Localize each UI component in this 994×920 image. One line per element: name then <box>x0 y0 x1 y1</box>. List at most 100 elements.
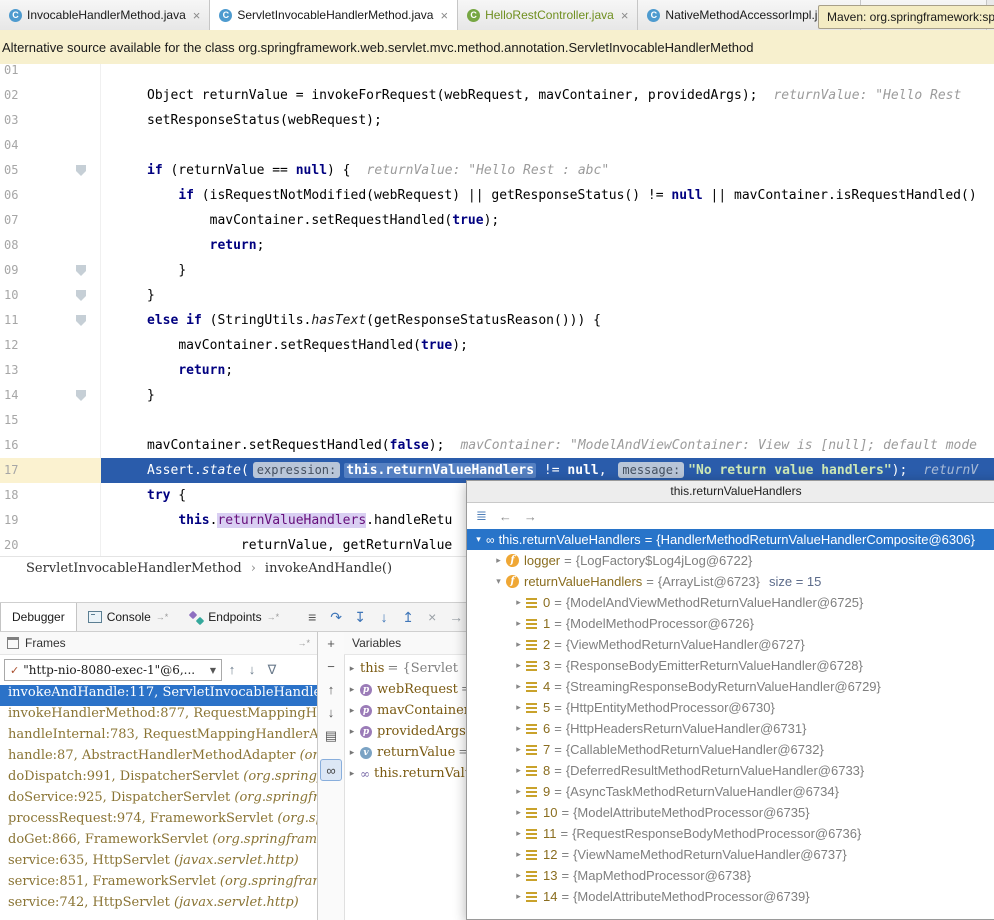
gutter[interactable]: 06 <box>0 183 101 208</box>
thread-dropdown[interactable]: ✓ "http-nio-8080-exec-1"@6,... ▼ <box>4 659 222 681</box>
gutter[interactable]: 10 <box>0 283 101 308</box>
gutter[interactable]: 07 <box>0 208 101 233</box>
gutter-mark-icon[interactable] <box>76 315 86 326</box>
code-line-10[interactable]: 10} <box>0 283 994 308</box>
chevron-right-icon[interactable]: ▸ <box>511 828 526 839</box>
code-line-16[interactable]: 16mavContainer.setRequestHandled(false);… <box>0 433 994 458</box>
frame-row[interactable]: handle:87, AbstractHandlerMethodAdapter … <box>0 748 317 769</box>
tool-tab-debugger[interactable]: Debugger <box>0 603 77 631</box>
chevron-right-icon[interactable]: ▸ <box>511 660 526 671</box>
tree-row[interactable]: ▸4={StreamingResponseBodyReturnValueHand… <box>467 676 994 697</box>
tree-row[interactable]: ▸8={DeferredResultMethodReturnValueHandl… <box>467 760 994 781</box>
chevron-right-icon[interactable]: ▸ <box>511 702 526 713</box>
tree-row[interactable]: ▸10={ModelAttributeMethodProcessor@6735} <box>467 802 994 823</box>
chevron-right-icon[interactable]: ▸ <box>344 685 360 695</box>
frame-row[interactable]: invokeAndHandle:117, ServletInvocableHan… <box>0 685 317 706</box>
tree-row[interactable]: ▾∞this.returnValueHandlers={HandlerMetho… <box>467 529 994 550</box>
tree-row[interactable]: ▾freturnValueHandlers={ArrayList@6723}si… <box>467 571 994 592</box>
close-icon[interactable]: × <box>621 8 629 23</box>
tree-row[interactable]: ▸14={ModelAttributeMethodProcessor@6739} <box>467 886 994 907</box>
tree-row[interactable]: ▸2={ViewMethodReturnValueHandler@6727} <box>467 634 994 655</box>
gutter[interactable]: 09 <box>0 258 101 283</box>
gutter[interactable]: 05 <box>0 158 101 183</box>
chevron-right-icon[interactable]: ▸ <box>491 555 506 566</box>
chevron-down-icon[interactable]: ▾ <box>491 576 506 587</box>
rerun-icon[interactable]: ↷ <box>324 603 348 631</box>
editor-tab-2[interactable]: CServletInvocableHandlerMethod.java× <box>210 0 458 30</box>
layout-menu-icon[interactable]: ≡ <box>300 603 324 631</box>
chevron-right-icon[interactable]: ▸ <box>511 639 526 650</box>
step-into-icon[interactable]: ↓ <box>372 603 396 631</box>
code-line-09[interactable]: 09 } <box>0 258 994 283</box>
code-line-12[interactable]: 12 mavContainer.setRequestHandled(true); <box>0 333 994 358</box>
frame-row[interactable]: invokeHandlerMethod:877, RequestMappingH… <box>0 706 317 727</box>
editor-tab-3[interactable]: CHelloRestController.java× <box>458 0 638 30</box>
popup-title[interactable]: this.returnValueHandlers <box>467 481 994 503</box>
tree-row[interactable]: ▸5={HttpEntityMethodProcessor@6730} <box>467 697 994 718</box>
code-line-13[interactable]: 13 return; <box>0 358 994 383</box>
chevron-right-icon[interactable]: ▸ <box>511 618 526 629</box>
chevron-right-icon[interactable]: ▸ <box>511 786 526 797</box>
code-line-07[interactable]: 07 mavContainer.setRequestHandled(true); <box>0 208 994 233</box>
chevron-down-icon[interactable]: ▾ <box>471 534 486 545</box>
remove-watch-icon[interactable]: − <box>318 655 344 678</box>
tool-tab-endpoints[interactable]: Endpoints→* <box>179 603 290 631</box>
code-line-05[interactable]: 05if (returnValue == null) {returnValue:… <box>0 158 994 183</box>
gutter[interactable]: 17 <box>0 458 101 483</box>
view-options-icon[interactable]: ≣ <box>476 508 487 524</box>
step-over-icon[interactable]: ↧ <box>348 603 372 631</box>
gutter-mark-icon[interactable] <box>76 290 86 301</box>
tree-row[interactable]: ▸13={MapMethodProcessor@6738} <box>467 865 994 886</box>
tree-row[interactable]: ▸0={ModelAndViewMethodReturnValueHandler… <box>467 592 994 613</box>
stop-icon[interactable]: × <box>420 603 444 631</box>
tree-row[interactable]: ▸11={RequestResponseBodyMethodProcessor@… <box>467 823 994 844</box>
frame-row[interactable]: service:635, HttpServlet (javax.servlet.… <box>0 853 317 874</box>
frames-header-deco-icon[interactable]: →* <box>297 638 310 648</box>
gutter-mark-icon[interactable] <box>76 165 86 176</box>
frame-row[interactable]: doDispatch:991, DispatcherServlet (org.s… <box>0 769 317 790</box>
gutter-mark-icon[interactable] <box>76 390 86 401</box>
gutter[interactable]: 15 <box>0 408 101 433</box>
chevron-right-icon[interactable]: ▸ <box>511 723 526 734</box>
frame-row[interactable]: doGet:866, FrameworkServlet (org.springf… <box>0 832 317 853</box>
gutter[interactable]: 20 <box>0 533 101 556</box>
gutter[interactable]: 11 <box>0 308 101 333</box>
run-to-cursor-icon[interactable]: → <box>444 603 468 631</box>
chevron-right-icon[interactable]: ▸ <box>511 891 526 902</box>
next-frame-icon[interactable]: ↓ <box>242 662 262 678</box>
gutter[interactable]: 08 <box>0 233 101 258</box>
code-line-08[interactable]: 08 return; <box>0 233 994 258</box>
tree-row[interactable]: ▸flogger={LogFactory$Log4jLog@6722} <box>467 550 994 571</box>
frame-row[interactable]: processRequest:974, FrameworkServlet (or… <box>0 811 317 832</box>
code-line-01[interactable]: 01 <box>0 64 994 83</box>
code-line-15[interactable]: 15 <box>0 408 994 433</box>
duplicate-watch-icon[interactable]: ▤ <box>318 724 344 747</box>
add-watch-icon[interactable]: + <box>318 632 344 655</box>
forward-icon[interactable]: → <box>524 509 537 524</box>
move-watch-up-icon[interactable]: ↑ <box>318 678 344 701</box>
chevron-right-icon[interactable]: ▸ <box>511 870 526 881</box>
chevron-right-icon[interactable]: ▸ <box>344 706 360 716</box>
frame-row[interactable]: service:851, FrameworkServlet (org.sprin… <box>0 874 317 895</box>
tree-row[interactable]: ▸7={CallableMethodReturnValueHandler@673… <box>467 739 994 760</box>
gutter[interactable]: 03 <box>0 108 101 133</box>
breadcrumb-item[interactable]: invokeAndHandle() <box>265 561 392 576</box>
code-line-04[interactable]: 04 <box>0 133 994 158</box>
step-out-icon[interactable]: ↥ <box>396 603 420 631</box>
chevron-right-icon[interactable]: ▸ <box>511 597 526 608</box>
gutter[interactable]: 13 <box>0 358 101 383</box>
tree-row[interactable]: ▸3={ResponseBodyEmitterReturnValueHandle… <box>467 655 994 676</box>
chevron-right-icon[interactable]: ▸ <box>344 727 360 737</box>
frame-row[interactable]: doService:925, DispatcherServlet (org.sp… <box>0 790 317 811</box>
code-line-02[interactable]: 02Object returnValue = invokeForRequest(… <box>0 83 994 108</box>
tree-row[interactable]: ▸12={ViewNameMethodReturnValueHandler@67… <box>467 844 994 865</box>
chevron-right-icon[interactable]: ▸ <box>344 748 360 758</box>
gutter[interactable]: 14 <box>0 383 101 408</box>
gutter[interactable]: 02 <box>0 83 101 108</box>
chevron-right-icon[interactable]: ▸ <box>344 664 360 674</box>
close-icon[interactable]: × <box>193 8 201 23</box>
code-line-03[interactable]: 03setResponseStatus(webRequest); <box>0 108 994 133</box>
frame-row[interactable]: service:742, HttpServlet (javax.servlet.… <box>0 895 317 916</box>
breadcrumb-item[interactable]: ServletInvocableHandlerMethod <box>26 561 242 576</box>
filter-icon[interactable]: ∇ <box>262 662 282 678</box>
